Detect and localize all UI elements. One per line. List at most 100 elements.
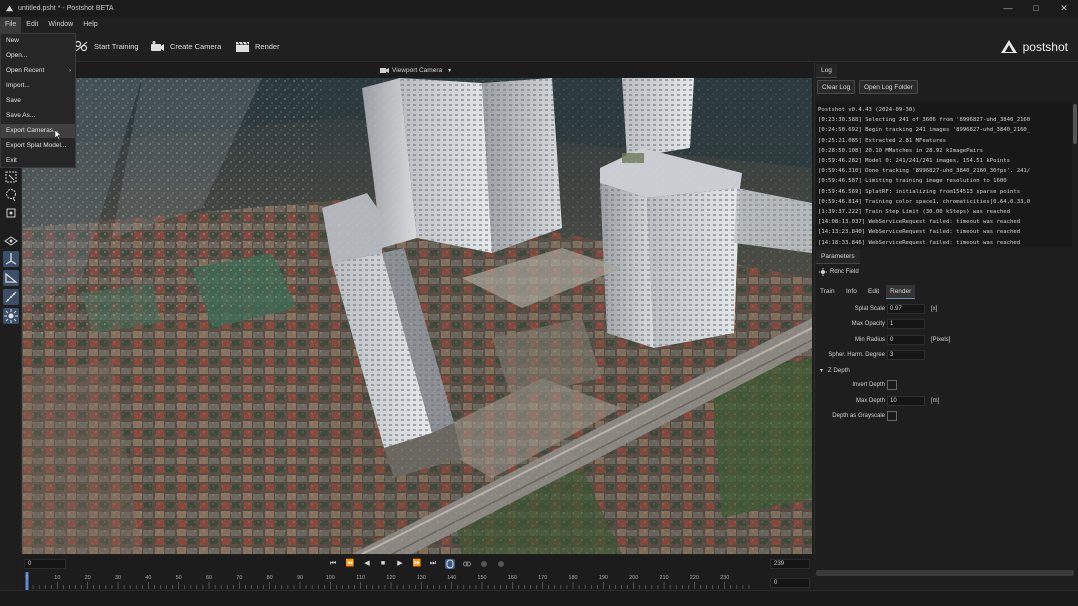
menu-item-label: Open... — [6, 52, 28, 59]
menu-help[interactable]: Help — [78, 17, 102, 33]
tab-log[interactable]: Log — [816, 64, 837, 78]
timeline-tick-label: 90 — [296, 575, 304, 581]
log-line: [0:59:46.310] Done tracking '8996827-uhd… — [818, 168, 1031, 175]
menu-window[interactable]: Window — [43, 17, 78, 33]
menu-item-open[interactable]: Open... — [1, 49, 75, 63]
play-button[interactable]: ▶ — [395, 559, 405, 569]
mouse-cursor-icon — [55, 130, 62, 140]
param-unit: [m] — [931, 398, 940, 404]
menu-item-export-cameras[interactable]: Export Cameras... — [1, 124, 75, 138]
loop-icon[interactable] — [445, 559, 455, 569]
orbit-icon[interactable] — [3, 233, 19, 249]
log-line: [14:18:33.846] WebServiceRequest failed:… — [818, 239, 1021, 246]
menu-file[interactable]: File — [0, 17, 22, 33]
scale-gizmo-icon[interactable] — [3, 289, 19, 305]
right-panel: Log Clear Log Open Log Folder Postshot v… — [814, 62, 1078, 554]
timeline-tick-label: 210 — [659, 575, 669, 581]
node-name: Rdnc Field — [830, 269, 859, 275]
keyframe-icon[interactable] — [496, 559, 506, 569]
viewport-camera-selector[interactable]: Viewport Camera ▾ — [380, 64, 451, 76]
horizontal-scrollbar[interactable] — [816, 570, 1074, 576]
sh-degree-input[interactable]: 3 — [887, 350, 925, 360]
logo-text: postshot — [1022, 40, 1068, 54]
chevron-down-icon: ▾ — [448, 67, 452, 74]
param-label: Min Radius — [854, 337, 885, 343]
select-tool-icon[interactable] — [3, 169, 19, 185]
log-line: [0:28:50.108] 20.10 MMatches in 28.92 kI… — [818, 147, 984, 154]
timeline-tick-label: 0 — [25, 575, 29, 581]
play-reverse-button[interactable]: ◀ — [362, 559, 372, 569]
clear-log-button[interactable]: Clear Log — [817, 80, 856, 94]
open-log-folder-button[interactable]: Open Log Folder — [859, 80, 918, 94]
log-line: [0:59:46.569] SplatRF: initializing from… — [818, 188, 1021, 195]
menu-item-import[interactable]: Import... — [1, 79, 75, 93]
render-label: Render — [255, 42, 280, 51]
timeline-ruler[interactable]: 0 10 20 30 40 50 60 70 80 90 100 110 120 130 140 150 160… — [22, 572, 772, 590]
end-frame-input[interactable]: 239 — [770, 559, 810, 569]
window-title: untitled.psht * - Postshot BETA — [18, 5, 114, 12]
subtab-edit[interactable]: Edit — [864, 285, 883, 299]
lasso-tool-icon[interactable] — [3, 187, 19, 203]
subtab-info[interactable]: Info — [842, 285, 861, 299]
stop-button[interactable]: ■ — [378, 559, 388, 569]
minimize-button[interactable]: — — [994, 0, 1022, 17]
timeline-tick-label: 150 — [477, 575, 487, 581]
maximize-button[interactable]: □ — [1022, 0, 1050, 17]
subtab-train[interactable]: Train — [816, 285, 839, 299]
timeline-tick-label: 80 — [266, 575, 273, 581]
log-scrollbar[interactable] — [1073, 104, 1077, 144]
param-depth-grayscale: Depth as Grayscale — [815, 411, 1077, 422]
transport-bar: 0 ⏮ ⏪ ◀ ■ ▶ ⏩ ⏭ 239 — [22, 556, 812, 572]
log-line: [0:59:46.814] Training color space1, chr… — [818, 198, 1031, 205]
3d-viewport[interactable] — [22, 78, 812, 554]
timeline-tick-label: 50 — [175, 575, 182, 581]
start-training-button[interactable]: Start Training — [74, 40, 139, 53]
invert-depth-checkbox[interactable] — [887, 380, 897, 390]
timeline-tick-label: 160 — [507, 575, 517, 581]
timeline-tick-label: 120 — [386, 575, 396, 581]
menu-item-save-as[interactable]: Save As... — [1, 109, 75, 123]
param-label: Max Opacity — [851, 321, 885, 327]
menu-item-export-splat-model[interactable]: Export Splat Model... — [1, 139, 75, 153]
param-unit: [x] — [931, 306, 938, 312]
camera-icon — [151, 41, 164, 51]
create-camera-button[interactable]: Create Camera — [150, 40, 221, 53]
timeline-tick-label: 30 — [114, 575, 122, 581]
tab-parameters[interactable]: Parameters — [816, 250, 860, 264]
min-radius-input[interactable]: 0 — [887, 335, 925, 345]
depth-grayscale-checkbox[interactable] — [887, 411, 897, 421]
menu-item-save[interactable]: Save — [1, 94, 75, 108]
render-button[interactable]: Render — [235, 40, 280, 53]
timeline-tick-label: 220 — [689, 575, 699, 581]
skip-to-end-button[interactable]: ⏭ — [428, 559, 438, 569]
param-splat-scale: Splat Scale 0.97 [x] — [815, 304, 1077, 315]
menu-item-exit[interactable]: Exit — [1, 154, 75, 168]
step-back-button[interactable]: ⏪ — [345, 559, 355, 569]
move-gizmo-icon[interactable] — [3, 251, 19, 267]
close-button[interactable]: ✕ — [1050, 0, 1078, 17]
log-line: [0:24:50.692] Begin tracking 241 images … — [818, 127, 1031, 134]
timeline-tick-label: 100 — [325, 575, 335, 581]
step-forward-button[interactable]: ⏩ — [412, 559, 422, 569]
subtab-render[interactable]: Render — [886, 285, 916, 299]
menu-item-new[interactable]: New — [1, 34, 75, 48]
right-bottom-panel — [814, 556, 1078, 590]
menu-item-label: Import... — [6, 82, 30, 89]
start-frame-input[interactable]: 0 — [24, 559, 66, 569]
menu-item-open-recent[interactable]: Open Recent › — [1, 64, 75, 78]
max-opacity-input[interactable]: 1 — [887, 319, 925, 329]
postshot-logo-icon — [1000, 40, 1017, 53]
record-icon[interactable] — [479, 559, 489, 569]
z-depth-section[interactable]: ▾ Z Depth — [820, 367, 850, 374]
current-frame-input[interactable]: 0 — [770, 578, 810, 588]
param-invert-depth: Invert Depth — [815, 380, 1077, 391]
max-depth-input[interactable]: 10 — [887, 396, 925, 406]
skip-to-start-button[interactable]: ⏮ — [328, 559, 338, 569]
menu-edit[interactable]: Edit — [21, 17, 43, 33]
box-select-icon[interactable] — [3, 205, 19, 221]
splat-scale-input[interactable]: 0.97 — [887, 304, 925, 314]
bounce-icon[interactable] — [462, 559, 472, 569]
menu-item-label: Save As... — [6, 112, 36, 119]
light-icon[interactable] — [3, 308, 19, 324]
rotate-gizmo-icon[interactable] — [3, 270, 19, 286]
